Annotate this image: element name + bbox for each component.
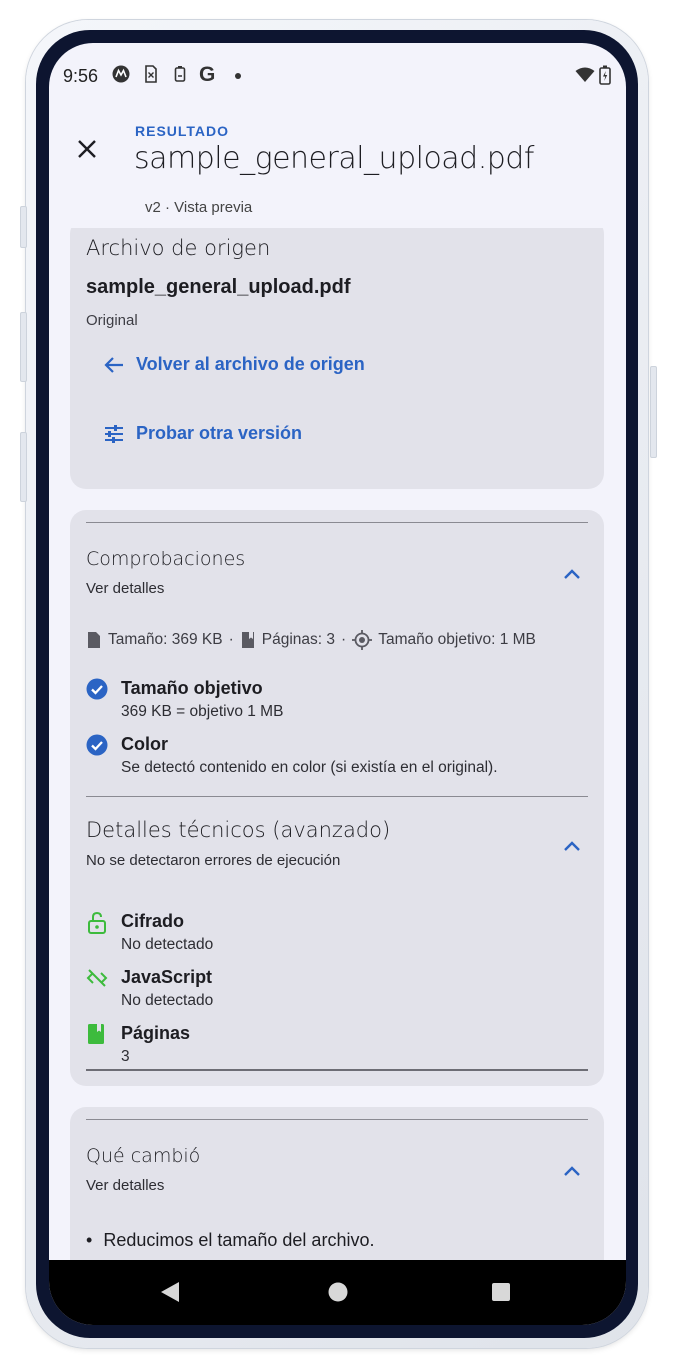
checks-section-header[interactable]: Comprobaciones Ver detalles xyxy=(70,540,604,610)
source-file-card: Archivo de origen sample_general_upload.… xyxy=(70,228,604,489)
source-file-name: sample_general_upload.pdf xyxy=(86,276,351,298)
tech-desc: No detectado xyxy=(121,992,214,1009)
code-off-icon xyxy=(86,969,108,987)
file-icon xyxy=(88,632,100,648)
home-circle-icon xyxy=(328,1282,348,1302)
source-file-tag: Original xyxy=(86,312,138,329)
google-icon: G xyxy=(199,63,216,86)
check-label: Color xyxy=(121,734,168,754)
page-subtitle: v2 · Vista previa xyxy=(145,199,253,216)
lock-open-icon xyxy=(88,911,106,934)
try-other-version-label: Probar otra versión xyxy=(136,423,303,443)
source-card-heading: Archivo de origen xyxy=(86,236,271,260)
system-nav-bar xyxy=(49,1260,626,1325)
divider xyxy=(86,796,588,797)
meta-sep: · xyxy=(228,631,234,648)
status-time: 9:56 xyxy=(63,66,99,86)
tech-details-heading: Detalles técnicos (avanzado) xyxy=(86,818,391,842)
phone-side-button xyxy=(650,366,657,458)
result-eyebrow: RESULTADO xyxy=(135,123,230,139)
notification-dot xyxy=(235,73,241,79)
nav-recents-button[interactable] xyxy=(490,1280,512,1309)
meta-size: Tamaño: 369 KB xyxy=(108,631,223,648)
tune-icon xyxy=(105,424,123,443)
target-icon xyxy=(352,630,373,650)
chevron-up-icon xyxy=(564,1166,580,1176)
wifi-icon xyxy=(575,67,595,88)
checks-sub: Ver detalles xyxy=(86,580,165,597)
changes-heading: Qué cambió xyxy=(86,1145,201,1167)
nav-home-button[interactable] xyxy=(327,1280,349,1309)
divider xyxy=(86,1119,588,1120)
bullet: • xyxy=(86,1230,93,1250)
book-icon xyxy=(241,632,254,648)
meta-pages: Páginas: 3 xyxy=(261,631,336,648)
content-scroll[interactable]: Archivo de origen sample_general_upload.… xyxy=(49,228,626,1260)
book-icon xyxy=(88,1024,104,1044)
phone-side-button xyxy=(20,432,27,502)
tech-desc: 3 xyxy=(121,1048,130,1065)
arrow-left-icon xyxy=(104,356,123,373)
check-desc: 369 KB = objetivo 1 MB xyxy=(121,703,284,720)
chevron-up-icon xyxy=(564,841,580,851)
change-item-text: Reducimos el tamaño del archivo. xyxy=(103,1230,375,1250)
chevron-up-icon xyxy=(564,569,580,579)
check-circle-icon xyxy=(86,734,108,756)
close-button[interactable] xyxy=(69,131,105,167)
motorola-icon xyxy=(112,65,130,88)
changes-card: Qué cambió Ver detalles • Reducimos el t… xyxy=(70,1107,604,1260)
file-meta-row: Tamaño: 369 KB · Páginas: 3 · Tamaño obj… xyxy=(86,630,536,650)
phone-side-button xyxy=(20,312,27,382)
battery-icon xyxy=(599,65,611,90)
tech-label: Páginas xyxy=(121,1023,191,1043)
changes-section-header[interactable]: Qué cambió Ver detalles xyxy=(70,1137,604,1207)
changes-sub: Ver detalles xyxy=(86,1177,165,1194)
back-to-source-button[interactable]: Volver al archivo de origen xyxy=(104,354,365,375)
checks-card: Comprobaciones Ver detalles Tamaño: 369 … xyxy=(70,510,604,1086)
battery-saver-icon xyxy=(174,65,186,88)
meta-target: Tamaño objetivo: 1 MB xyxy=(378,631,536,648)
screen: 9:56 G RESULTADO sample_general_upload.p… xyxy=(49,43,626,1325)
change-item: • Reducimos el tamaño del archivo. xyxy=(86,1230,374,1251)
phone-side-button xyxy=(20,206,27,248)
sim-x-icon xyxy=(144,65,158,88)
meta-sep: · xyxy=(341,631,347,648)
checks-heading: Comprobaciones xyxy=(86,548,246,570)
tech-details-sub: No se detectaron errores de ejecución xyxy=(86,852,341,869)
divider xyxy=(86,522,588,523)
back-triangle-icon xyxy=(161,1282,179,1302)
status-bar: 9:56 G xyxy=(49,43,626,109)
tech-label: JavaScript xyxy=(121,967,213,987)
close-icon xyxy=(78,140,96,158)
tech-details-header[interactable]: Detalles técnicos (avanzado) No se detec… xyxy=(70,810,604,880)
page-title: sample_general_upload.pdf xyxy=(134,141,534,176)
check-desc: Se detectó contenido en color (si existí… xyxy=(121,759,498,776)
tech-label: Cifrado xyxy=(121,911,184,931)
check-label: Tamaño objetivo xyxy=(121,678,263,698)
try-other-version-button[interactable]: Probar otra versión xyxy=(104,423,302,444)
recents-square-icon xyxy=(492,1283,510,1301)
divider xyxy=(86,1069,588,1071)
tech-desc: No detectado xyxy=(121,936,214,953)
nav-back-button[interactable] xyxy=(159,1280,181,1309)
back-to-source-label: Volver al archivo de origen xyxy=(136,354,365,374)
check-circle-icon xyxy=(86,678,108,700)
